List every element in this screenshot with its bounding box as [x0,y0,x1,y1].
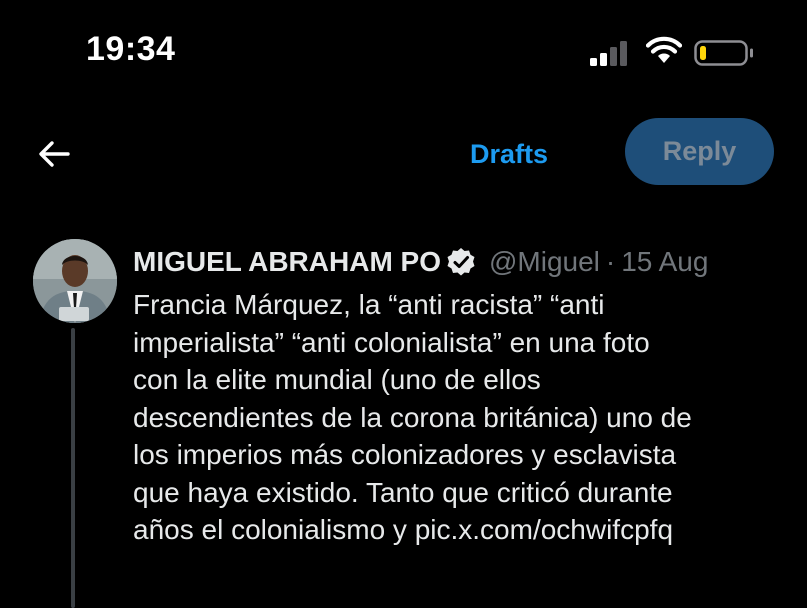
verified-badge-icon [447,248,475,276]
arrow-left-icon [39,141,70,167]
tweet-text-line: años el colonialismo y pic.x.com/ochwifc… [133,514,674,545]
tweet-date[interactable]: 15 Aug [621,246,708,278]
tweet-text: Francia Márquez, la “anti racista” “anti… [133,286,783,549]
tweet-text-line: que haya existido. Tanto que criticó dur… [133,476,673,508]
reply-button[interactable]: Reply [625,118,774,185]
tweet-header: MIGUEL ABRAHAM PO @Miguel · 15 Aug [133,242,793,282]
drafts-button[interactable]: Drafts [470,132,548,176]
parent-tweet: MIGUEL ABRAHAM PO @Miguel · 15 Aug Franc… [0,236,807,608]
status-bar: 19:34 [0,0,807,110]
tweet-text-line: los imperios más colonizadores y esclavi… [133,439,677,470]
tweet-text-line: descendientes de la corona británica) un… [133,401,692,433]
tweet-text-line: Francia Márquez, la “anti racista” “anti [133,289,605,320]
cellular-signal-icon [590,41,627,66]
wifi-icon [646,36,682,63]
author-handle[interactable]: @Miguel [489,246,600,278]
tweet-text-line: con la elite mundial (uno de ellos [133,364,541,395]
tweet-text-line: imperialista” “anti colonialista” en una… [133,326,650,358]
avatar[interactable] [33,239,117,323]
meta-separator: · [605,246,616,277]
thread-line [71,328,75,608]
compose-header: Drafts Reply [0,110,807,200]
back-button[interactable] [32,132,76,176]
status-time: 19:34 [86,30,176,68]
avatar-photo [33,239,117,323]
author-name[interactable]: MIGUEL ABRAHAM PO [133,246,441,278]
battery-low-icon [694,40,753,66]
